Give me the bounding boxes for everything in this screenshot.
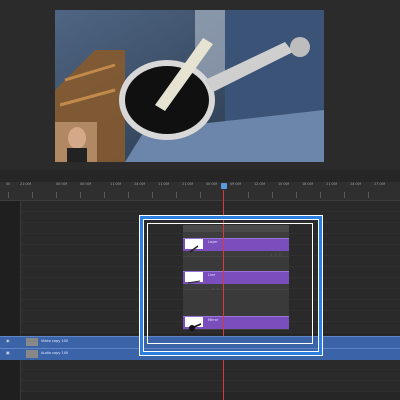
eye-icon[interactable]: ◉ — [6, 338, 10, 343]
ruler-tick-label: 18:00f — [302, 182, 313, 186]
video-preview-frame[interactable] — [55, 10, 324, 162]
lock-icon[interactable]: ▣ — [6, 350, 10, 355]
ruler-tick — [272, 192, 273, 198]
track-lane — [0, 381, 400, 392]
ruler-tick-label: 12:00f — [254, 182, 265, 186]
ruler-tick — [56, 192, 57, 198]
track-lane — [0, 201, 400, 212]
audio-track-label: Audio copy 100 — [41, 351, 69, 355]
ruler-tick-label: 00:00f — [56, 182, 67, 186]
video-track-label: Video copy 100 — [41, 339, 69, 343]
ruler-tick-label: 11:00f — [158, 182, 169, 186]
ruler-tick — [344, 192, 345, 198]
ruler-tick — [200, 192, 201, 198]
ruler-tick — [128, 192, 129, 198]
track-header-column — [0, 201, 21, 400]
ruler-tick — [248, 192, 249, 198]
ruler-tick-label: 24:00f — [350, 182, 361, 186]
ruler-tick — [80, 192, 81, 198]
ruler-tick-label: 21:00f — [20, 182, 31, 186]
ruler-tick — [152, 192, 153, 198]
ruler-tick — [8, 192, 9, 198]
time-ruler[interactable]: 00 21:00f 00:00f 00:00f 11:00f 24:00f 11… — [0, 182, 400, 201]
track-lane — [0, 370, 400, 381]
ruler-tick-label: 09:00f — [230, 182, 241, 186]
ruler-tick-label: 11:00f — [110, 182, 121, 186]
ruler-tick — [176, 192, 177, 198]
ruler-tick-label: 27:00f — [374, 182, 385, 186]
ruler-tick — [104, 192, 105, 198]
ruler-tick-label: 00:00f — [80, 182, 91, 186]
ruler-tick — [320, 192, 321, 198]
ruler-tick — [296, 192, 297, 198]
ruler-tick-label: 15:00f — [278, 182, 289, 186]
ruler-tick-label: 21:00f — [182, 182, 193, 186]
ruler-tick-label: 00 — [6, 182, 11, 186]
ruler-tick-label: 21:00f — [326, 182, 337, 186]
video-preview-image — [55, 10, 324, 162]
track-lane — [0, 359, 400, 370]
ruler-tick-label: 00:00f — [206, 182, 217, 186]
film-icon — [26, 350, 38, 358]
ruler-tick-label: 24:00f — [134, 182, 145, 186]
highlight-inner-border — [147, 223, 313, 344]
ruler-tick — [368, 192, 369, 198]
playhead-handle[interactable] — [221, 183, 227, 189]
ruler-tick — [32, 192, 33, 198]
film-icon — [26, 338, 38, 346]
